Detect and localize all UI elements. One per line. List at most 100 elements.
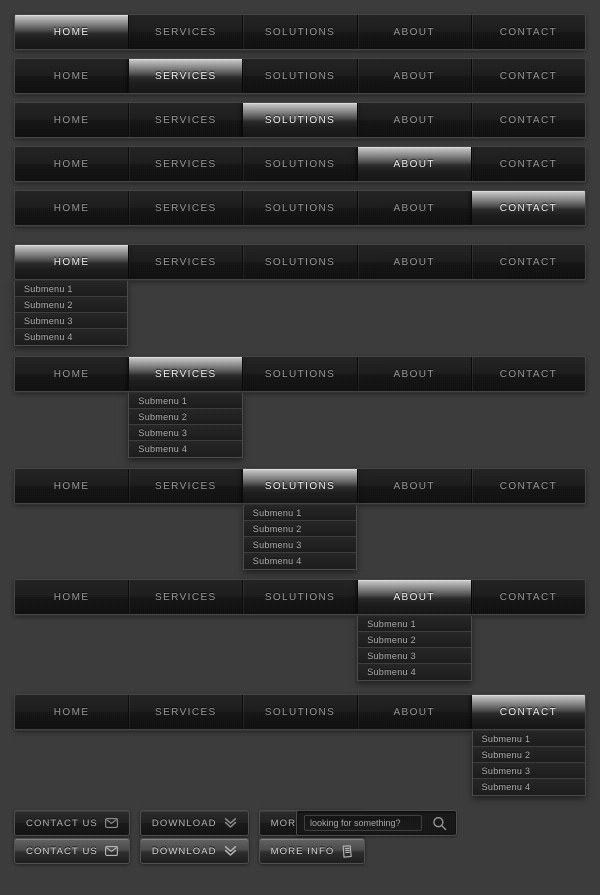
nav-tab-about[interactable]: ABOUT	[356, 469, 471, 503]
submenu-item[interactable]: Submenu 1	[129, 393, 242, 409]
nav-tab-contact[interactable]: CONTACT	[470, 357, 585, 391]
nav-tab-contact[interactable]: CONTACT	[470, 191, 585, 225]
nav-tab-solutions[interactable]: SOLUTIONS	[242, 469, 357, 503]
nav-tab-contact[interactable]: CONTACT	[470, 103, 585, 137]
nav-tab-contact[interactable]: CONTACT	[470, 695, 585, 729]
submenu-item[interactable]: Submenu 2	[472, 747, 585, 763]
nav-tab-services[interactable]: SERVICES	[128, 15, 243, 49]
nav-tab-label: ABOUT	[393, 70, 435, 82]
nav-tab-label: SERVICES	[155, 158, 217, 170]
navigation-bar: HOME SERVICES SOLUTIONS ABOUT CONTACT	[14, 579, 586, 615]
nav-tab-label: SERVICES	[155, 480, 217, 492]
nav-tab-solutions[interactable]: SOLUTIONS	[242, 147, 357, 181]
submenu-item[interactable]: Submenu 4	[358, 664, 471, 680]
nav-tab-about[interactable]: ABOUT	[356, 357, 471, 391]
nav-tab-services[interactable]: SERVICES	[128, 59, 243, 93]
nav-tab-about[interactable]: ABOUT	[356, 191, 471, 225]
nav-tab-home[interactable]: HOME	[15, 15, 129, 49]
submenu-item[interactable]: Submenu 1	[243, 505, 357, 521]
nav-tab-label: SERVICES	[155, 70, 217, 82]
nav-tab-home[interactable]: HOME	[15, 695, 129, 729]
nav-tab-solutions[interactable]: SOLUTIONS	[242, 59, 357, 93]
navigation-bar: HOME SERVICES SOLUTIONS ABOUT CONTACT	[14, 14, 586, 50]
submenu-item-label: Submenu 4	[481, 782, 531, 792]
nav-tab-home[interactable]: HOME	[15, 191, 129, 225]
navigation-bar: HOME SERVICES SOLUTIONS ABOUT CONTACT	[14, 58, 586, 94]
submenu-item[interactable]: Submenu 3	[358, 648, 471, 664]
submenu-item[interactable]: Submenu 4	[243, 553, 357, 569]
nav-tab-label: SERVICES	[155, 706, 217, 718]
submenu-item[interactable]: Submenu 1	[358, 616, 471, 632]
action-button-row: CONTACT US DOWNLOAD MORE INFO	[14, 838, 366, 864]
nav-tab-solutions[interactable]: SOLUTIONS	[242, 103, 357, 137]
submenu-item[interactable]: Submenu 3	[472, 763, 585, 779]
nav-tab-label: CONTACT	[499, 114, 558, 126]
navigation-bar: HOME SERVICES SOLUTIONS ABOUT CONTACT	[14, 190, 586, 226]
nav-tab-home[interactable]: HOME	[15, 59, 129, 93]
submenu-item[interactable]: Submenu 3	[129, 425, 242, 441]
menu-showcase-stage: HOME SERVICES SOLUTIONS ABOUT CONTACT HOME SER…	[0, 0, 600, 895]
nav-tab-services[interactable]: SERVICES	[128, 580, 243, 614]
more-info-button[interactable]: MORE INFO	[258, 838, 366, 864]
nav-tab-about[interactable]: ABOUT	[356, 580, 471, 614]
submenu-item[interactable]: Submenu 4	[472, 779, 585, 795]
submenu-item[interactable]: Submenu 3	[15, 313, 128, 329]
nav-tab-about[interactable]: ABOUT	[356, 103, 471, 137]
nav-tab-solutions[interactable]: SOLUTIONS	[242, 191, 357, 225]
nav-tab-services[interactable]: SERVICES	[128, 469, 243, 503]
submenu-item[interactable]: Submenu 3	[243, 537, 357, 553]
submenu-item[interactable]: Submenu 1	[15, 281, 128, 297]
download-button[interactable]: DOWNLOAD	[139, 838, 249, 864]
submenu-item-label: Submenu 1	[24, 283, 73, 294]
contact-us-button[interactable]: CONTACT US	[14, 838, 130, 864]
nav-tab-about[interactable]: ABOUT	[356, 15, 471, 49]
nav-tab-home[interactable]: HOME	[15, 469, 129, 503]
nav-tab-about[interactable]: ABOUT	[356, 59, 471, 93]
nav-tab-services[interactable]: SERVICES	[128, 191, 243, 225]
nav-tab-label: SERVICES	[155, 26, 217, 38]
nav-tab-about[interactable]: ABOUT	[356, 147, 471, 181]
nav-tab-label: CONTACT	[499, 706, 558, 718]
nav-tab-home[interactable]: HOME	[15, 245, 129, 279]
nav-tab-contact[interactable]: CONTACT	[470, 469, 585, 503]
nav-tab-home[interactable]: HOME	[15, 103, 129, 137]
nav-tab-solutions[interactable]: SOLUTIONS	[242, 245, 357, 279]
nav-tab-services[interactable]: SERVICES	[128, 695, 243, 729]
nav-tab-about[interactable]: ABOUT	[356, 245, 471, 279]
nav-tab-services[interactable]: SERVICES	[128, 103, 243, 137]
download-button[interactable]: DOWNLOAD	[139, 810, 249, 836]
submenu-item[interactable]: Submenu 2	[129, 409, 242, 425]
nav-tab-services[interactable]: SERVICES	[128, 357, 243, 391]
nav-tab-home[interactable]: HOME	[15, 147, 129, 181]
nav-row: HOME SERVICES SOLUTIONS ABOUT CONTACT	[14, 102, 586, 138]
submenu-item-label: Submenu 1	[481, 733, 531, 744]
nav-tab-solutions[interactable]: SOLUTIONS	[242, 15, 357, 49]
submenu-item[interactable]: Submenu 2	[358, 632, 471, 648]
nav-tab-home[interactable]: HOME	[15, 357, 129, 391]
submenu-item[interactable]: Submenu 4	[129, 441, 242, 457]
nav-tab-services[interactable]: SERVICES	[128, 245, 243, 279]
nav-tab-label: SERVICES	[155, 114, 217, 126]
nav-tab-solutions[interactable]: SOLUTIONS	[242, 357, 357, 391]
nav-tab-solutions[interactable]: SOLUTIONS	[242, 580, 357, 614]
search-icon[interactable]	[428, 813, 450, 833]
submenu-item[interactable]: Submenu 4	[15, 329, 128, 345]
submenu-item[interactable]: Submenu 2	[243, 521, 357, 537]
nav-tab-solutions[interactable]: SOLUTIONS	[242, 695, 357, 729]
nav-tab-contact[interactable]: CONTACT	[470, 59, 585, 93]
submenu-item-label: Submenu 4	[138, 444, 188, 454]
contact-us-button[interactable]: CONTACT US	[14, 810, 130, 836]
nav-tab-services[interactable]: SERVICES	[128, 147, 243, 181]
nav-tab-contact[interactable]: CONTACT	[470, 15, 585, 49]
search-input[interactable]	[304, 815, 422, 831]
nav-row: HOME SERVICES SOLUTIONS ABOUT CONTACT	[14, 146, 586, 182]
submenu-item[interactable]: Submenu 2	[15, 297, 128, 313]
nav-tab-contact[interactable]: CONTACT	[470, 245, 585, 279]
nav-row: HOME SERVICES SOLUTIONS ABOUT CONTACT Submenu…	[14, 356, 586, 458]
nav-tab-contact[interactable]: CONTACT	[470, 580, 585, 614]
nav-tab-home[interactable]: HOME	[15, 580, 129, 614]
nav-tab-about[interactable]: ABOUT	[356, 695, 471, 729]
submenu-item[interactable]: Submenu 1	[472, 731, 585, 747]
nav-tab-contact[interactable]: CONTACT	[470, 147, 585, 181]
nav-tab-label: ABOUT	[393, 158, 435, 170]
